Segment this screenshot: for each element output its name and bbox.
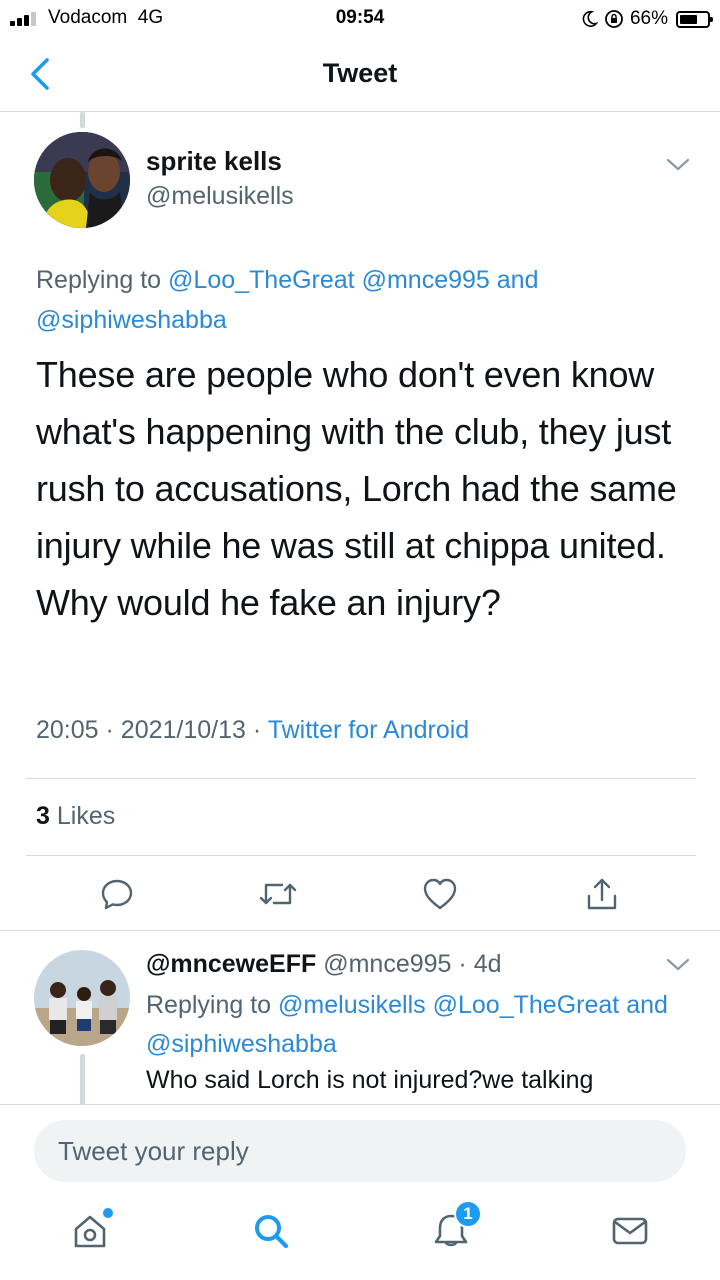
- meta-separator: ·: [105, 716, 114, 744]
- mention-link[interactable]: @melusikells: [278, 991, 426, 1019]
- meta-separator: ·: [458, 950, 467, 978]
- like-icon: [423, 878, 457, 910]
- likes-label: Likes: [56, 802, 116, 830]
- reply-icon: [101, 879, 133, 910]
- mention-link[interactable]: @siphiweshabba: [146, 1030, 337, 1058]
- mention-link[interactable]: @mnce995: [362, 266, 490, 294]
- orientation-lock-icon: [605, 10, 623, 28]
- thread-connector-bottom: [80, 1054, 85, 1106]
- moon-icon: [582, 10, 598, 27]
- share-button[interactable]: [580, 872, 624, 916]
- retweet-button[interactable]: [256, 872, 300, 916]
- reply-author-name[interactable]: @mnceweEFF: [146, 950, 316, 978]
- page-title: Tweet: [322, 58, 398, 88]
- battery-percent: 66%: [629, 8, 668, 29]
- divider: [26, 778, 696, 779]
- notifications-badge: 1: [454, 1200, 482, 1228]
- reply-composer: [0, 1104, 720, 1196]
- battery-level-fill: [680, 14, 698, 24]
- avatar-image: [34, 950, 130, 1046]
- nav-header: Tweet: [0, 36, 720, 112]
- reply-menu-button[interactable]: [665, 957, 691, 973]
- reply-input[interactable]: [34, 1120, 686, 1182]
- replying-prefix: Replying to: [146, 991, 272, 1019]
- mention-link[interactable]: @Loo_TheGreat: [168, 266, 355, 294]
- chevron-down-icon: [666, 158, 690, 171]
- replying-prefix: Replying to: [36, 266, 162, 294]
- tab-home[interactable]: [65, 1206, 115, 1256]
- reply-header: @mnceweEFF @mnce995 · 4d: [146, 950, 502, 979]
- divider: [0, 930, 720, 931]
- home-new-dot: [103, 1208, 113, 1218]
- author-avatar[interactable]: [34, 132, 130, 228]
- reply-author-avatar[interactable]: [34, 950, 130, 1046]
- tweet-time: 20:05: [36, 716, 99, 744]
- messages-icon: [612, 1217, 648, 1245]
- thread-connector-top: [80, 112, 85, 128]
- tweet-date: 2021/10/13: [120, 716, 246, 744]
- reply-replying-to-line: Replying to @melusikells @Loo_TheGreat a…: [146, 986, 686, 1064]
- mention-link[interactable]: @siphiweshabba: [36, 306, 227, 334]
- replying-to-line: Replying to @Loo_TheGreat @mnce995 and @…: [36, 260, 676, 340]
- tab-messages[interactable]: [605, 1206, 655, 1256]
- likes-count-link[interactable]: 3 Likes: [36, 802, 115, 831]
- share-icon: [587, 878, 617, 910]
- reply-age: 4d: [473, 950, 502, 978]
- meta-separator: ·: [252, 716, 262, 744]
- likes-number: 3: [36, 802, 50, 830]
- status-bar: Vodacom 4G 09:54 66%: [0, 0, 720, 36]
- battery-icon: [676, 10, 713, 28]
- tab-search[interactable]: [246, 1206, 296, 1256]
- mention-and: and: [496, 266, 539, 294]
- tweet-meta: 20:05 · 2021/10/13 · Twitter for Android: [36, 716, 469, 745]
- mention-link[interactable]: @Loo_TheGreat: [433, 991, 620, 1019]
- search-icon: [255, 1215, 289, 1249]
- mention-and: and: [626, 991, 668, 1019]
- status-right-group: 66%: [580, 7, 713, 31]
- reply-text: Who said Lorch is not injured?we talking: [146, 1066, 594, 1094]
- like-button[interactable]: [418, 872, 462, 916]
- tweet-text: These are people who don't even know wha…: [36, 354, 677, 623]
- tab-bar: 1: [0, 1196, 720, 1280]
- divider: [26, 855, 696, 856]
- author-name[interactable]: sprite kells: [146, 146, 282, 177]
- tweet-menu-button[interactable]: [665, 157, 691, 173]
- avatar-image: [34, 132, 130, 228]
- tweet-source-link[interactable]: Twitter for Android: [268, 716, 469, 744]
- reply-button[interactable]: [95, 872, 139, 916]
- tab-notifications[interactable]: 1: [426, 1200, 482, 1256]
- chevron-down-icon: [666, 958, 690, 971]
- reply-author-handle[interactable]: @mnce995: [323, 950, 451, 978]
- author-handle[interactable]: @melusikells: [146, 182, 294, 211]
- retweet-icon: [259, 883, 297, 905]
